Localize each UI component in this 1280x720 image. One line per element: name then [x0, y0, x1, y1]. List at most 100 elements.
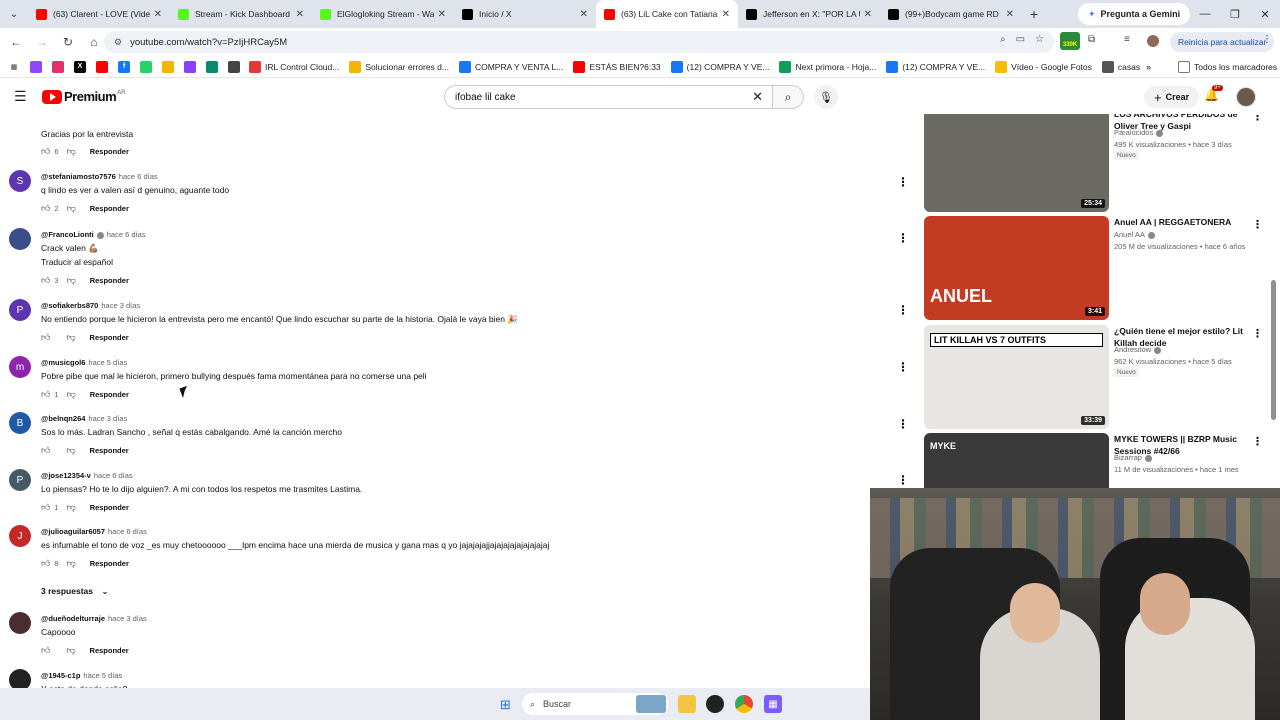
windows-start-icon[interactable]: ⊞ — [500, 697, 511, 713]
profile-avatar[interactable] — [1147, 35, 1159, 47]
youtube-premium-logo[interactable]: Premium AR — [42, 89, 125, 104]
bookmark-item[interactable]: IRL Control Cloud... — [249, 60, 339, 73]
video-title[interactable]: Anuel AA | REGGAETONERA — [1114, 216, 1254, 228]
more-actions-icon[interactable]: ⋮ — [1252, 218, 1263, 231]
video-thumbnail[interactable]: ANUEL 3:41 — [924, 216, 1109, 320]
dislike-icon[interactable]: 👎︎ — [67, 502, 76, 513]
comment-author[interactable]: @dueñodelturraje — [41, 614, 105, 623]
reply-button[interactable]: Responder — [90, 333, 129, 342]
browser-tab[interactable]: (99+)Bodycam game RD ✕ — [880, 0, 1022, 28]
more-actions-icon[interactable]: ⋮ — [897, 175, 909, 189]
account-avatar[interactable] — [1236, 87, 1256, 107]
more-actions-icon[interactable]: ⋮ — [897, 417, 909, 431]
recommended-video[interactable]: MYKE MYKE TOWERS || BZRP Music Sessions … — [924, 433, 1269, 488]
search-input[interactable]: ifobae lil cake ✕ — [444, 85, 774, 109]
minimize-button[interactable]: — — [1190, 0, 1220, 28]
video-thumbnail[interactable]: LIT KILLAH VS 7 OUTFITS 33:39 — [924, 325, 1109, 429]
channel-name[interactable]: Anuel AA — [1114, 230, 1155, 239]
browser-tab[interactable]: (63) LiL Cake con Tatiana S ✕ — [596, 0, 738, 28]
avatar[interactable] — [9, 228, 31, 250]
more-actions-icon[interactable]: ⋮ — [897, 231, 909, 245]
reload-icon[interactable]: ↻ — [56, 30, 80, 54]
facebook-icon[interactable]: f — [118, 60, 130, 73]
replies-toggle[interactable]: 3 respuestas ⌄ — [41, 586, 108, 597]
like-icon[interactable]: 👍︎ — [41, 389, 50, 400]
recommended-video[interactable]: ANUEL 3:41 Anuel AA | REGGAETONERA Anuel … — [924, 216, 1269, 320]
globe-icon[interactable] — [228, 60, 240, 73]
youtube-icon[interactable] — [96, 60, 108, 73]
avatar[interactable]: S — [9, 170, 31, 192]
bookmark-item[interactable]: Vídeo - Google Fotos — [995, 60, 1092, 73]
extensions-icon[interactable]: ⧉ — [1088, 34, 1095, 45]
close-tab-icon[interactable]: ✕ — [154, 9, 162, 20]
cast-icon[interactable]: ▭ — [1016, 34, 1025, 45]
scrollbar[interactable] — [1271, 280, 1276, 420]
comment-time[interactable]: hace 6 días — [94, 471, 133, 480]
channel-name[interactable]: Paralúcidos — [1114, 128, 1164, 137]
browser-tab[interactable]: (63) Clarent - LOVE (Video ✕ — [28, 0, 170, 28]
like-icon[interactable]: 👍︎ — [41, 558, 50, 569]
gemini-button[interactable]: ✦ Pregunta a Gemini — [1078, 3, 1191, 25]
obs-icon[interactable] — [706, 695, 724, 713]
like-icon[interactable]: 👍︎ — [41, 645, 50, 656]
avatar[interactable]: B — [9, 412, 31, 434]
like-icon[interactable]: 👍︎ — [41, 203, 50, 214]
forward-icon[interactable]: → — [30, 30, 54, 54]
notifications-icon[interactable]: 🔔 9+ — [1204, 85, 1223, 102]
mic-icon[interactable]: 🎙 — [814, 85, 838, 109]
bookmark-item[interactable]: Solucionar errores d... — [349, 60, 449, 73]
widgets-icon[interactable] — [636, 695, 666, 713]
avatar[interactable]: P — [9, 299, 31, 321]
avatar[interactable]: P — [9, 469, 31, 491]
browser-tab[interactable]: Stream - Kick Dashboard ✕ — [170, 0, 312, 28]
more-bookmarks-icon[interactable]: » — [1146, 62, 1151, 72]
comment-time[interactable]: hace 6 días — [107, 230, 146, 239]
close-window-button[interactable]: ✕ — [1250, 0, 1280, 28]
reply-button[interactable]: Responder — [90, 503, 129, 512]
bookmark-item[interactable]: ESTÁS BIEN?6:33 — [573, 60, 661, 73]
more-actions-icon[interactable]: ⋮ — [897, 360, 909, 374]
browser-tab[interactable]: Inicio / X ✕ — [454, 0, 596, 28]
app-grid-icon[interactable]: ▦ — [764, 695, 782, 713]
bookmark-item[interactable]: COMPRA Y VENTA L... — [458, 60, 563, 73]
close-tab-icon[interactable]: ✕ — [864, 9, 872, 20]
browser-tab[interactable]: Jefferson en X: "POR LA U ✕ — [738, 0, 880, 28]
browser-menu-icon[interactable]: ⋮ — [1262, 34, 1272, 45]
whatsapp-icon[interactable] — [140, 60, 152, 73]
back-icon[interactable]: ← — [4, 30, 28, 54]
comment-author[interactable]: @musicgol6 — [41, 358, 85, 367]
close-tab-icon[interactable]: ✕ — [580, 9, 588, 20]
close-tab-icon[interactable]: ✕ — [1006, 9, 1014, 20]
comment-author[interactable]: @sofiakerbs870 — [41, 301, 98, 310]
comment-author[interactable]: @julioaguilar6057 — [41, 527, 105, 536]
dislike-icon[interactable]: 👎︎ — [67, 203, 76, 214]
search-button[interactable]: ⌕ — [772, 85, 804, 109]
dislike-icon[interactable]: 👎︎ — [67, 146, 76, 157]
clear-search-icon[interactable]: ✕ — [752, 89, 763, 105]
bookmark-star-icon[interactable]: ☆ — [1035, 34, 1044, 45]
recommended-video[interactable]: LIT KILLAH VS 7 OUTFITS 33:39 ¿Quién tien… — [924, 325, 1269, 429]
comment-time[interactable]: hace 6 días — [108, 527, 147, 536]
dislike-icon[interactable]: 👎︎ — [67, 389, 76, 400]
comment-author[interactable]: @stefaniamosto7576 — [41, 172, 116, 181]
comment-time[interactable]: hace 3 días — [108, 614, 147, 623]
bookmark-item[interactable]: (12) COMPRA Y VE... — [886, 60, 985, 73]
menu-icon[interactable]: ☰ — [14, 88, 27, 105]
dislike-icon[interactable]: 👎︎ — [67, 558, 76, 569]
reply-button[interactable]: Responder — [90, 646, 129, 655]
dislike-icon[interactable]: 👎︎ — [66, 445, 75, 456]
comment-time[interactable]: hace 5 días — [88, 358, 127, 367]
all-bookmarks[interactable]: Todos los marcadores — [1178, 60, 1277, 73]
like-icon[interactable]: 👍︎ — [41, 275, 50, 286]
avatar[interactable] — [9, 612, 31, 634]
zoom-icon[interactable]: ⌕ — [1000, 34, 1006, 45]
create-button[interactable]: + Crear — [1144, 86, 1200, 108]
more-actions-icon[interactable]: ⋮ — [897, 303, 909, 317]
tab-search-icon[interactable]: ⌄ — [0, 0, 28, 28]
comment-author[interactable]: @1945-c1p — [41, 671, 80, 680]
like-icon[interactable]: 👍︎ — [41, 445, 50, 456]
dislike-icon[interactable]: 👎︎ — [67, 275, 76, 286]
reading-list-icon[interactable]: ≡ — [1124, 34, 1130, 45]
bookmark-item[interactable]: (12) COMPRA Y VE... — [670, 60, 769, 73]
close-tab-icon[interactable]: ✕ — [438, 9, 446, 20]
